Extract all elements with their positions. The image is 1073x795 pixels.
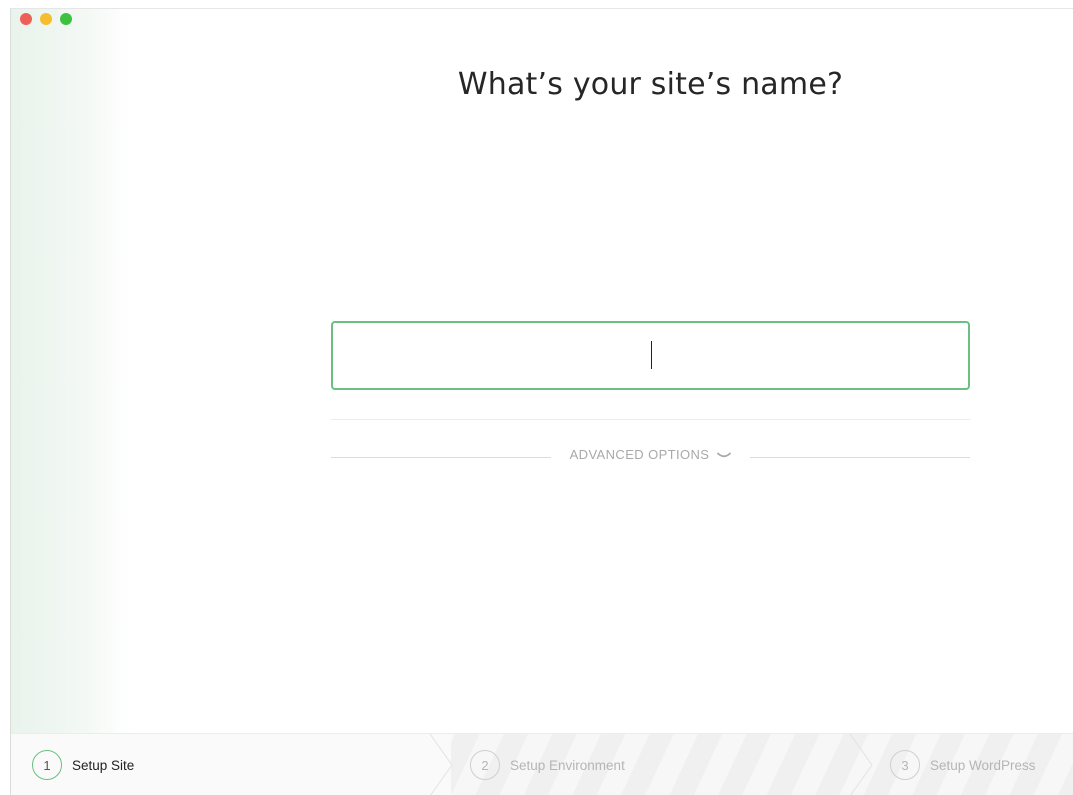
close-window-button[interactable]: [20, 13, 32, 25]
sidebar-tint: [11, 9, 131, 733]
advanced-options-label: ADVANCED OPTIONS: [569, 447, 710, 462]
step-label: Setup Environment: [510, 757, 625, 773]
site-name-field[interactable]: [331, 321, 970, 390]
window-controls: [20, 13, 72, 25]
maximize-window-button[interactable]: [60, 13, 72, 25]
divider-left: [331, 457, 551, 458]
advanced-options-button[interactable]: ADVANCED OPTIONS: [559, 447, 742, 467]
step-separator: [849, 734, 873, 795]
step-label: Setup Site: [72, 757, 135, 773]
step-label: Setup WordPress: [930, 757, 1036, 773]
app-window: What’s your site’s name? ADVANCED OPTION…: [10, 8, 1073, 795]
minimize-window-button[interactable]: [40, 13, 52, 25]
step-number: 3: [890, 750, 920, 780]
step-separator: [429, 734, 453, 795]
text-caret: [651, 341, 652, 369]
step-setup-wordpress: 3 Setup WordPress: [890, 750, 1036, 780]
divider: [331, 419, 970, 420]
setup-steps-footer: 1 Setup Site 2 Setup Environment 3 Setup…: [11, 733, 1073, 795]
advanced-options-row: ADVANCED OPTIONS: [331, 445, 970, 467]
step-number: 1: [32, 750, 62, 780]
step-number: 2: [470, 750, 500, 780]
page-title: What’s your site’s name?: [457, 67, 844, 102]
step-setup-site: 1 Setup Site: [32, 750, 135, 780]
divider-right: [750, 457, 970, 458]
chevron-down-icon: [717, 452, 732, 457]
step-setup-environment: 2 Setup Environment: [470, 750, 625, 780]
